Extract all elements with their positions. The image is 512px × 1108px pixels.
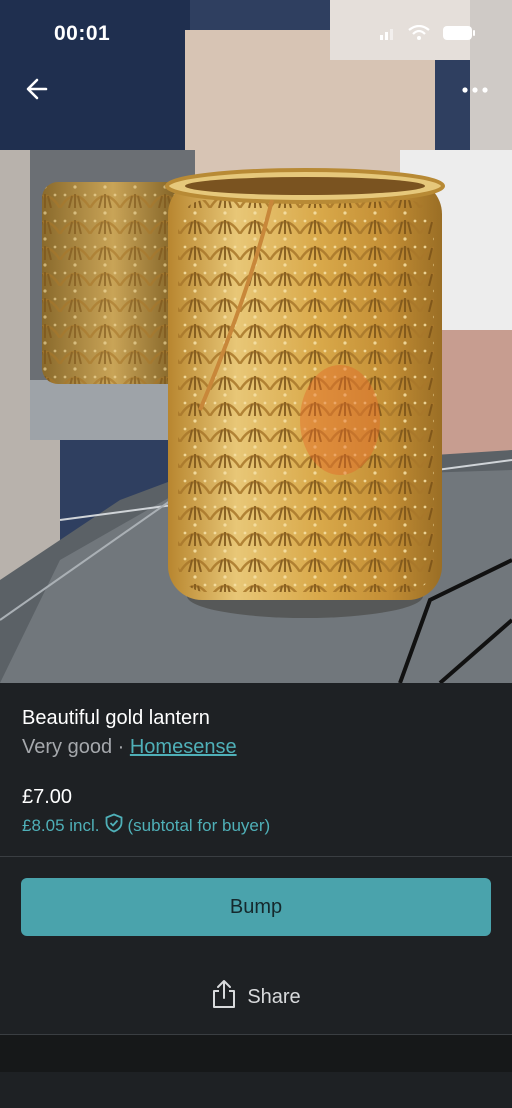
listing-details: Beautiful gold lantern Very good · Homes… [0, 683, 512, 856]
listing-meta: Very good · Homesense [22, 736, 237, 759]
more-options-button[interactable] [458, 76, 492, 104]
lantern-photo-illustration [0, 0, 512, 683]
meta-separator: · [112, 736, 130, 758]
status-bar: 00:01 [0, 0, 512, 68]
brand-link[interactable]: Homesense [130, 736, 237, 758]
status-time: 00:01 [54, 22, 111, 45]
share-icon [211, 979, 237, 1015]
condition-text: Very good [22, 736, 113, 758]
product-photo[interactable]: 00:01 [0, 0, 512, 683]
divider [0, 856, 512, 857]
more-dots-icon [458, 76, 492, 104]
buyer-price-row[interactable]: £8.05 incl. (subtotal for buyer) [22, 813, 270, 838]
shield-check-icon [104, 813, 124, 838]
wifi-icon [408, 25, 430, 41]
status-icons [380, 22, 476, 44]
listing-title: Beautiful gold lantern [22, 707, 210, 729]
back-button[interactable] [20, 72, 54, 106]
share-label: Share [247, 985, 301, 1008]
buyer-note-text: (subtotal for buyer) [127, 815, 271, 835]
bottom-band [0, 1035, 512, 1072]
buyer-price-text: £8.05 incl. [22, 815, 100, 835]
signal-icon [380, 26, 396, 40]
bottom-area [0, 1072, 512, 1108]
item-price: £7.00 [22, 786, 73, 808]
share-button[interactable]: Share [190, 976, 322, 1018]
battery-icon [442, 25, 476, 41]
bump-button[interactable]: Bump [21, 878, 491, 936]
back-arrow-icon [20, 72, 54, 106]
